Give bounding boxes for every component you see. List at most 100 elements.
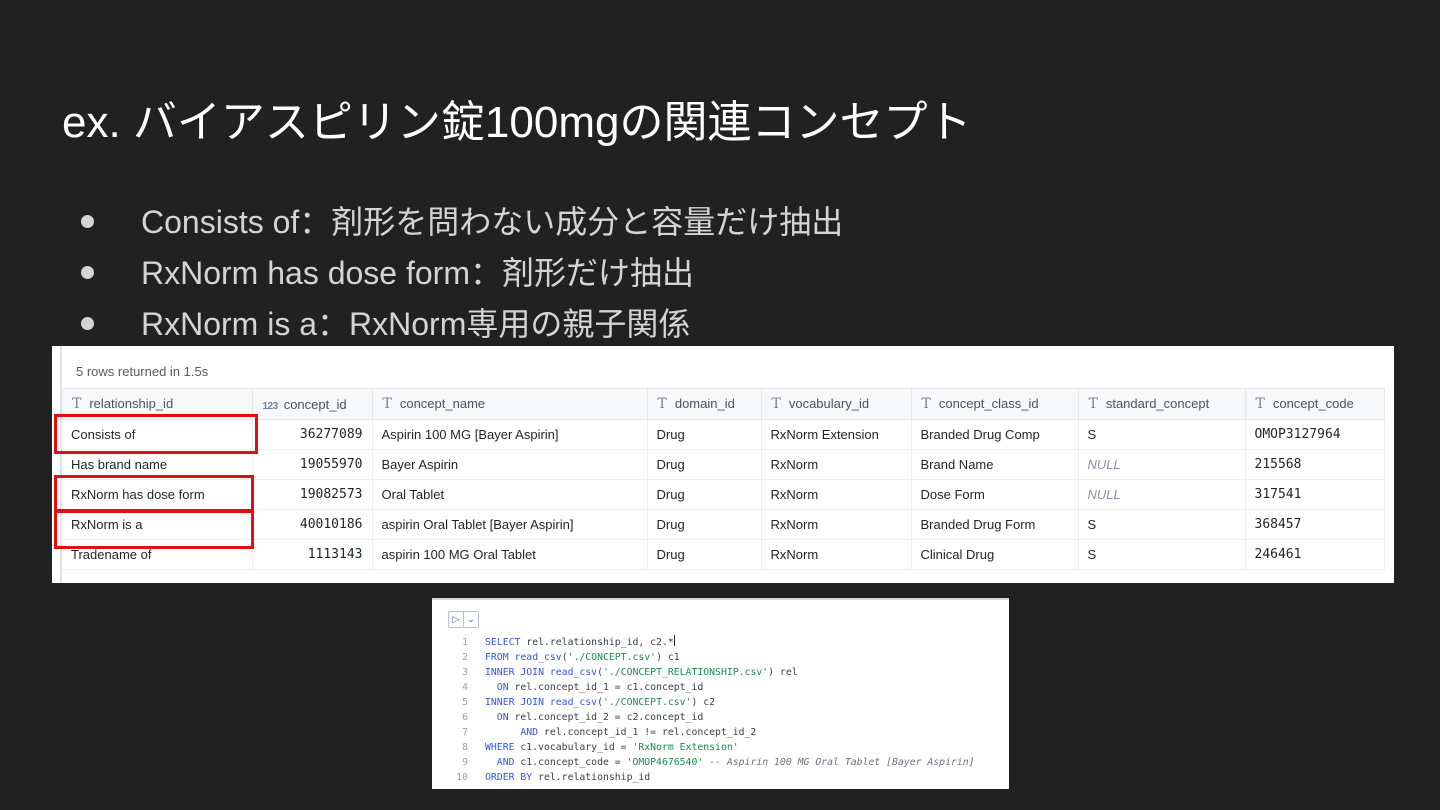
chevron-down-icon[interactable]: ⌄ [463,612,478,627]
cell-concept_name[interactable]: Oral Tablet [372,479,648,510]
cell-domain_id[interactable]: Drug [647,419,762,450]
text-type-icon: T [921,396,931,412]
number-type-icon: 123 [262,400,279,412]
cell-standard_concept[interactable]: NULL [1078,449,1246,480]
cell-domain_id[interactable]: Drug [647,539,762,570]
bullet-list: Consists of：剤形を問わない成分と容量だけ抽出 RxNorm has … [76,196,843,349]
line-number: 8 [462,742,468,753]
cell-concept_class_id[interactable]: Branded Drug Form [911,509,1079,540]
column-header-concept_class_id[interactable]: Tconcept_class_id [911,388,1079,420]
cell-vocabulary_id[interactable]: RxNorm [761,479,912,510]
cell-concept_code[interactable]: 215568 [1245,449,1385,480]
line-number: 6 [462,712,468,723]
cell-concept_code[interactable]: 317541 [1245,479,1385,510]
code-text: INNER JOIN read_csv('./CONCEPT_RELATIONS… [485,667,798,678]
table-row[interactable]: RxNorm has dose form 19082573 Oral Tablet D… [62,479,1385,510]
cell-concept_id[interactable]: 36277089 [252,419,373,450]
table-row[interactable]: RxNorm is a 40010186 aspirin Oral Tablet [… [62,509,1385,540]
code-line: 2 FROM read_csv('./CONCEPT.csv') c1 [446,650,975,665]
bullet-item: Consists of：剤形を問わない成分と容量だけ抽出 [76,196,843,247]
column-header-label: domain_id [674,396,735,411]
cell-vocabulary_id[interactable]: RxNorm [761,509,912,540]
cell-concept_id[interactable]: 19082573 [252,479,373,510]
text-caret [673,635,675,646]
code-text: WHERE c1.vocabulary_id = 'RxNorm Extensi… [485,742,739,753]
text-type-icon: T [72,396,82,412]
cell-domain_id[interactable]: Drug [647,449,762,480]
column-header-label: relationship_id [89,396,174,411]
table-row[interactable]: Consists of 36277089 Aspirin 100 MG [Bayer… [62,419,1385,450]
rows-returned-status: 5 rows returned in 1.5s [76,364,209,379]
line-number: 1 [462,637,468,648]
cell-standard_concept[interactable]: S [1078,539,1246,570]
bullet-dot-icon [81,266,94,279]
bullet-text: RxNorm is a：RxNorm専用の親子関係 [141,305,691,342]
cell-concept_class_id[interactable]: Clinical Drug [911,539,1079,570]
column-header-domain_id[interactable]: Tdomain_id [647,388,762,420]
column-header-concept_code[interactable]: Tconcept_code [1245,388,1385,420]
line-number: 4 [462,682,468,693]
text-type-icon: T [657,396,667,412]
cell-concept_class_id[interactable]: Branded Drug Comp [911,419,1079,450]
code-line: 5 INNER JOIN read_csv('./CONCEPT.csv') c2 [446,695,975,710]
code-text: FROM read_csv('./CONCEPT.csv') c1 [485,652,680,663]
highlight-box-has-dose-form [54,475,254,513]
cell-concept_code[interactable]: OMOP3127964 [1245,419,1385,450]
text-type-icon: T [771,396,781,412]
cell-concept_class_id[interactable]: Dose Form [911,479,1079,510]
table-row[interactable]: Has brand name 19055970 Bayer Aspirin Drug R… [62,449,1385,480]
cell-concept_name[interactable]: Aspirin 100 MG [Bayer Aspirin] [372,419,648,450]
column-header-label: concept_id [283,396,347,412]
cell-vocabulary_id[interactable]: RxNorm [761,449,912,480]
code-line: 1 SELECT rel.relationship_id, c2.* [446,635,975,650]
cell-concept_class_id[interactable]: Brand Name [911,449,1079,480]
bullet-dot-icon [81,317,94,330]
code-line: 6 ON rel.concept_id_2 = c2.concept_id [446,710,975,725]
line-number: 2 [462,652,468,663]
bullet-item: RxNorm is a：RxNorm専用の親子関係 [76,298,843,349]
cell-standard_concept[interactable]: S [1078,419,1246,450]
run-triangle-icon[interactable]: ▷ [449,612,463,627]
cell-concept_code[interactable]: 246461 [1245,539,1385,570]
cell-vocabulary_id[interactable]: RxNorm Extension [761,419,912,450]
cell-domain_id[interactable]: Drug [647,479,762,510]
code-line: 4 ON rel.concept_id_1 = c1.concept_id [446,680,975,695]
line-number: 9 [462,757,468,768]
bullet-text: Consists of：剤形を問わない成分と容量だけ抽出 [141,203,844,240]
column-header-label: concept_code [1272,396,1354,411]
cell-concept_code[interactable]: 368457 [1245,509,1385,540]
column-header-concept_id[interactable]: 123 concept_id [252,388,373,420]
column-header-label: standard_concept [1105,396,1210,411]
code-line: 8 WHERE c1.vocabulary_id = 'RxNorm Extens… [446,740,975,755]
code-line: 9 AND c1.concept_code = 'OMOP4676540' --… [446,755,974,770]
sql-code[interactable]: 1 SELECT rel.relationship_id, c2.* 2 FROM r… [446,635,975,785]
code-text: INNER JOIN read_csv('./CONCEPT.csv') c2 [485,697,716,708]
line-number: 7 [462,727,468,738]
slide-title: ex. バイアスピリン錠100mgの関連コンセプト [62,98,972,147]
cell-domain_id[interactable]: Drug [647,509,762,540]
cell-standard_concept[interactable]: NULL [1078,479,1246,510]
column-header-vocabulary_id[interactable]: Tvocabulary_id [761,388,912,420]
line-number: 10 [456,772,468,783]
run-control[interactable]: ▷ ⌄ [448,611,479,628]
highlight-box-is-a [54,509,254,549]
code-text: ON rel.concept_id_1 = c1.concept_id [496,682,704,693]
cell-concept_name[interactable]: aspirin 100 MG Oral Tablet [372,539,648,570]
cell-concept_id[interactable]: 19055970 [252,449,373,480]
cell-concept_id[interactable]: 40010186 [252,509,373,540]
bullet-text: RxNorm has dose form：剤形だけ抽出 [141,254,694,291]
column-header-label: vocabulary_id [788,396,870,411]
column-header-standard_concept[interactable]: Tstandard_concept [1078,388,1246,420]
sql-editor-panel: ▷ ⌄ 1 SELECT rel.relationship_id, c2.* 2 FR… [432,598,1009,789]
cell-concept_name[interactable]: Bayer Aspirin [372,449,648,480]
table-header-row: Trelationship_id 123 concept_id Tconcept_na… [62,388,1385,420]
cell-standard_concept[interactable]: S [1078,509,1246,540]
null-value: NULL [1087,457,1121,472]
text-type-icon: T [1255,396,1265,412]
table-row[interactable]: Tradename of 1113143 aspirin 100 MG Oral T… [62,539,1385,570]
cell-concept_id[interactable]: 1113143 [252,539,373,570]
cell-concept_name[interactable]: aspirin Oral Tablet [Bayer Aspirin] [372,509,648,540]
cell-vocabulary_id[interactable]: RxNorm [761,539,912,570]
query-result-panel: 5 rows returned in 1.5s Trelationship_id… [52,346,1394,583]
column-header-concept_name[interactable]: Tconcept_name [372,388,648,420]
